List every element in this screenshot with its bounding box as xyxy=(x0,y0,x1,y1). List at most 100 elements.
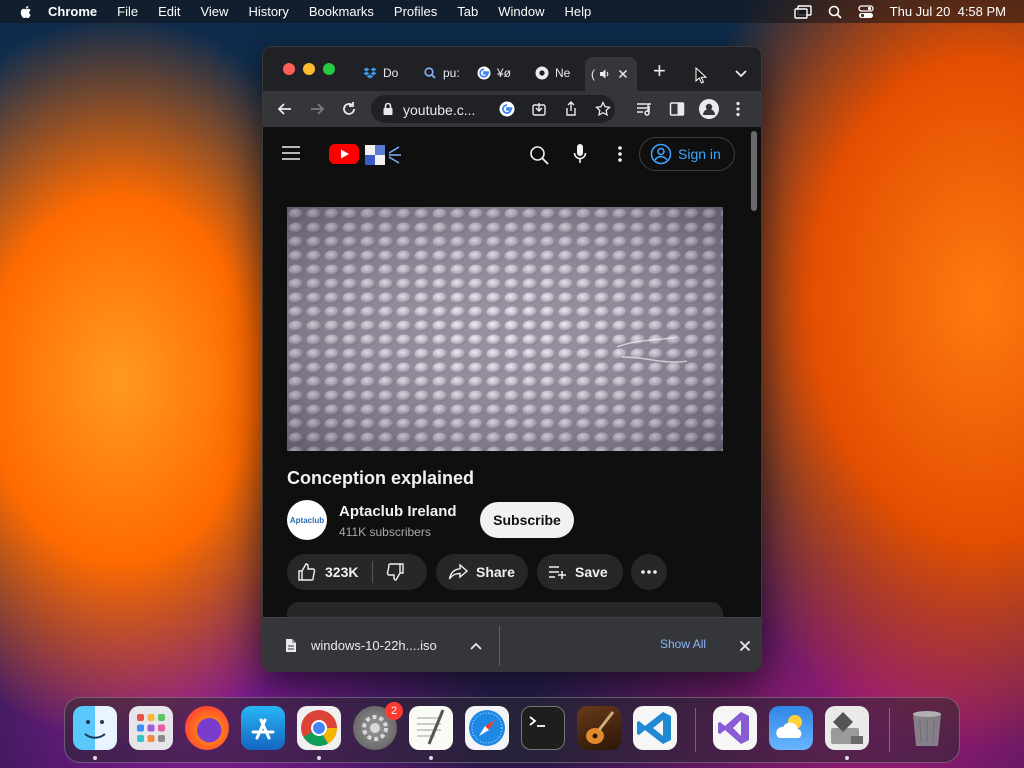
visual-studio-icon[interactable] xyxy=(713,706,757,750)
new-tab-button[interactable]: + xyxy=(653,60,666,82)
control-center-icon[interactable] xyxy=(858,4,874,19)
more-horizontal-icon xyxy=(641,570,657,574)
close-download-bar-icon[interactable] xyxy=(739,640,751,652)
hamburger-menu-icon[interactable] xyxy=(281,145,301,161)
window-controls xyxy=(283,63,335,75)
menu-window[interactable]: Window xyxy=(498,4,544,19)
share-page-icon[interactable] xyxy=(563,101,579,117)
minimize-window-button[interactable] xyxy=(303,63,315,75)
subscribe-button[interactable]: Subscribe xyxy=(480,502,574,538)
tab-label: Do xyxy=(383,66,399,80)
tab-label: ( xyxy=(591,67,595,81)
spotlight-search-icon[interactable] xyxy=(828,5,842,19)
menu-tab[interactable]: Tab xyxy=(457,4,478,19)
vscode-icon[interactable] xyxy=(633,706,677,750)
thumbs-up-icon[interactable] xyxy=(297,562,317,582)
chrome-menu-icon[interactable] xyxy=(735,101,741,117)
textedit-icon[interactable] xyxy=(409,706,453,750)
channel-name[interactable]: Aptaclub Ireland xyxy=(339,503,457,520)
menu-history[interactable]: History xyxy=(248,4,288,19)
lock-icon[interactable] xyxy=(382,102,394,116)
menu-help[interactable]: Help xyxy=(565,4,592,19)
dropbox-icon xyxy=(363,67,377,79)
forward-icon[interactable] xyxy=(309,101,325,117)
reload-icon[interactable] xyxy=(341,101,357,117)
address-url[interactable]: youtube.c... xyxy=(403,102,475,118)
menu-file[interactable]: File xyxy=(117,4,138,19)
side-panel-icon[interactable] xyxy=(669,101,685,117)
back-icon[interactable] xyxy=(277,101,293,117)
close-window-button[interactable] xyxy=(283,63,295,75)
sign-in-button[interactable]: Sign in xyxy=(639,137,735,171)
finder-running-dot xyxy=(93,756,97,760)
sun-cloud-icon xyxy=(776,715,802,738)
menu-profiles[interactable]: Profiles xyxy=(394,4,437,19)
search-icon[interactable] xyxy=(529,145,549,165)
profile-avatar[interactable] xyxy=(699,99,719,119)
tab-search[interactable]: pu: xyxy=(423,59,460,87)
google-lens-icon[interactable] xyxy=(499,101,515,117)
weather-icon[interactable] xyxy=(769,706,813,750)
playlist-add-icon xyxy=(549,566,566,579)
launchpad-icon[interactable] xyxy=(129,706,173,750)
migration-running-dot xyxy=(845,756,849,760)
person-icon xyxy=(703,103,715,115)
chevron-up-icon[interactable] xyxy=(470,641,482,651)
menu-bookmarks[interactable]: Bookmarks xyxy=(309,4,374,19)
tab-search-dropdown-icon[interactable] xyxy=(734,66,748,80)
menu-app-name[interactable]: Chrome xyxy=(48,4,97,19)
screen-mirroring-icon[interactable] xyxy=(793,4,812,19)
firefox-icon[interactable] xyxy=(185,706,229,750)
sign-in-label: Sign in xyxy=(678,146,721,162)
youtube-logo-icon[interactable] xyxy=(329,143,359,165)
speaker-icon[interactable] xyxy=(599,68,611,80)
address-bar[interactable]: youtube.c... xyxy=(371,95,615,123)
menu-bar: Chrome File Edit View History Bookmarks … xyxy=(0,0,1024,23)
install-app-icon[interactable] xyxy=(531,101,547,117)
tab-new[interactable]: Ne xyxy=(535,59,570,87)
compass-icon xyxy=(469,710,505,746)
menu-edit[interactable]: Edit xyxy=(158,4,180,19)
tab-label: ¥ø xyxy=(497,66,512,80)
file-icon xyxy=(286,639,296,652)
show-all-downloads-button[interactable]: Show All xyxy=(660,637,706,651)
trash-icon[interactable] xyxy=(905,706,949,750)
zoom-window-button[interactable] xyxy=(323,63,335,75)
tab-google[interactable]: ¥ø xyxy=(477,59,511,87)
like-count[interactable]: 323K xyxy=(325,564,358,580)
chrome-dock-icon[interactable] xyxy=(297,706,341,750)
channel-avatar[interactable]: Aptaclub xyxy=(287,500,327,540)
share-arrow-icon xyxy=(448,563,468,580)
voice-search-icon[interactable] xyxy=(573,143,587,165)
garageband-icon[interactable] xyxy=(577,706,621,750)
tab-dropbox[interactable]: Do xyxy=(363,59,398,87)
apple-icon[interactable] xyxy=(18,4,34,20)
chrome-window: Do pu: ¥ø Ne ( + youtube.c... Sign in Co… xyxy=(262,46,762,672)
download-filename[interactable]: windows-10-22h....iso xyxy=(311,638,437,653)
menu-clock[interactable]: Thu Jul 20 4:58 PM xyxy=(890,4,1006,19)
finder-icon[interactable] xyxy=(73,706,117,750)
tab-youtube-active[interactable]: ( xyxy=(585,57,637,91)
more-options-icon[interactable] xyxy=(617,145,623,163)
more-actions-button[interactable] xyxy=(631,554,667,590)
avatar-logo-text: Aptaclub xyxy=(289,515,325,525)
menu-view[interactable]: View xyxy=(200,4,228,19)
like-divider xyxy=(372,561,374,583)
media-controls-icon[interactable] xyxy=(636,101,652,117)
video-player[interactable] xyxy=(287,207,723,451)
thumbs-down-icon[interactable] xyxy=(385,562,405,582)
app-store-icon[interactable] xyxy=(241,706,285,750)
close-tab-icon[interactable] xyxy=(617,68,629,80)
textedit-running-dot xyxy=(429,756,433,760)
share-label: Share xyxy=(476,564,515,580)
save-button[interactable]: Save xyxy=(537,554,623,590)
safari-icon[interactable] xyxy=(465,706,509,750)
app-store-a-icon xyxy=(251,718,275,740)
share-button[interactable]: Share xyxy=(436,554,528,590)
terminal-icon[interactable] xyxy=(521,706,565,750)
terminal-prompt-icon xyxy=(529,716,545,727)
page-scrollbar[interactable] xyxy=(751,131,757,211)
bookmark-star-icon[interactable] xyxy=(595,101,611,117)
doodle-icon[interactable] xyxy=(365,141,405,167)
migration-assistant-icon[interactable] xyxy=(825,706,869,750)
